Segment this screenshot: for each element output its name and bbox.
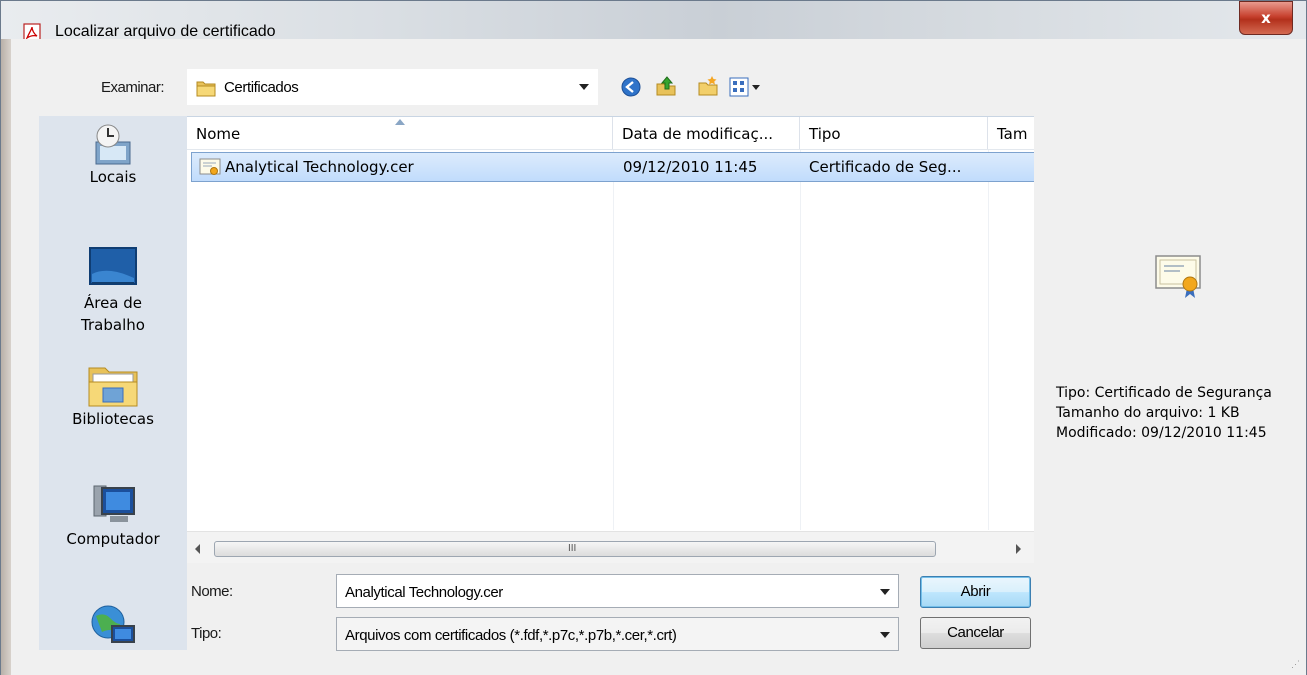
up-folder-icon[interactable] bbox=[655, 75, 677, 97]
file-type-select[interactable]: Arquivos com certificados (*.fdf,*.p7c,*… bbox=[336, 617, 899, 651]
chevron-down-icon[interactable] bbox=[579, 84, 589, 90]
file-name-label: Nome: bbox=[191, 583, 233, 600]
cancel-button[interactable]: Cancelar bbox=[920, 617, 1031, 649]
file-list[interactable]: Nome Data de modificaç... Tipo Tam Analy… bbox=[187, 116, 1034, 563]
place-label-computer: Computador bbox=[66, 530, 160, 548]
places-bar: Locais Área de Trabalho Bibliotecas Comp… bbox=[39, 116, 187, 650]
preview-modified: Modificado: 09/12/2010 11:45 bbox=[1056, 425, 1267, 441]
scrollbar-grip: III bbox=[568, 543, 577, 554]
file-name-input[interactable]: Analytical Technology.cer bbox=[336, 574, 899, 608]
libraries-icon bbox=[88, 367, 138, 407]
chevron-down-icon[interactable] bbox=[880, 589, 890, 595]
open-button[interactable]: Abrir bbox=[920, 576, 1031, 608]
place-computer[interactable]: Computador bbox=[39, 482, 187, 548]
place-libraries[interactable]: Bibliotecas bbox=[39, 362, 187, 428]
lookin-combo[interactable]: Certificados bbox=[187, 69, 598, 105]
horizontal-scrollbar[interactable]: III bbox=[187, 531, 1034, 563]
resize-grip[interactable]: ⋰ bbox=[1291, 659, 1300, 670]
dialog-window: Localizar arquivo de certificado x Exami… bbox=[0, 0, 1307, 675]
scroll-right-icon[interactable] bbox=[1016, 544, 1021, 554]
chevron-down-icon[interactable] bbox=[880, 632, 890, 638]
preview-size: Tamanho do arquivo: 1 KB bbox=[1056, 405, 1240, 421]
desktop-icon bbox=[89, 247, 137, 285]
certificate-file-icon bbox=[199, 158, 221, 175]
new-folder-icon[interactable] bbox=[697, 75, 719, 97]
header-divider bbox=[187, 149, 1034, 150]
column-header-name-label: Nome bbox=[196, 125, 241, 143]
file-date: 09/12/2010 11:45 bbox=[623, 158, 758, 176]
file-name-value: Analytical Technology.cer bbox=[345, 584, 503, 601]
column-separator bbox=[988, 150, 989, 530]
place-desktop[interactable]: Área de Trabalho bbox=[39, 244, 187, 336]
place-label-recent: Locais bbox=[89, 168, 137, 186]
view-menu-icon[interactable] bbox=[729, 77, 763, 97]
folder-icon bbox=[196, 81, 216, 97]
preview-details: Tipo: Certificado de Segurança Tamanho d… bbox=[1056, 383, 1272, 443]
close-button[interactable]: x bbox=[1239, 1, 1293, 35]
file-type-label: Tipo: bbox=[191, 625, 222, 642]
place-label-libraries: Bibliotecas bbox=[72, 410, 154, 428]
computer-icon bbox=[93, 485, 135, 522]
lookin-value: Certificados bbox=[224, 79, 299, 96]
column-header-name[interactable]: Nome bbox=[187, 117, 613, 149]
back-icon[interactable] bbox=[621, 77, 641, 97]
column-separator bbox=[613, 150, 614, 530]
scroll-left-icon[interactable] bbox=[195, 544, 200, 554]
preview-type: Tipo: Certificado de Segurança bbox=[1056, 385, 1272, 401]
file-type: Certificado de Seg... bbox=[809, 158, 962, 176]
sort-ascending-icon bbox=[395, 119, 405, 125]
column-header-date[interactable]: Data de modificaç... bbox=[613, 117, 800, 149]
column-header-size[interactable]: Tam bbox=[988, 117, 1034, 149]
place-network[interactable] bbox=[39, 602, 187, 648]
place-label-desktop: Área de Trabalho bbox=[81, 294, 145, 334]
column-separator bbox=[800, 150, 801, 530]
title-bar[interactable]: Localizar arquivo de certificado x bbox=[1, 1, 1306, 43]
recent-places-icon bbox=[95, 124, 131, 165]
window-edge bbox=[1, 39, 11, 675]
place-recent[interactable]: Locais bbox=[39, 122, 187, 186]
file-type-value: Arquivos com certificados (*.fdf,*.p7c,*… bbox=[345, 627, 677, 644]
lookin-label: Examinar: bbox=[101, 79, 165, 96]
file-name: Analytical Technology.cer bbox=[225, 158, 414, 176]
column-header-type[interactable]: Tipo bbox=[800, 117, 988, 149]
certificate-icon bbox=[1155, 255, 1201, 298]
network-icon bbox=[91, 605, 135, 643]
